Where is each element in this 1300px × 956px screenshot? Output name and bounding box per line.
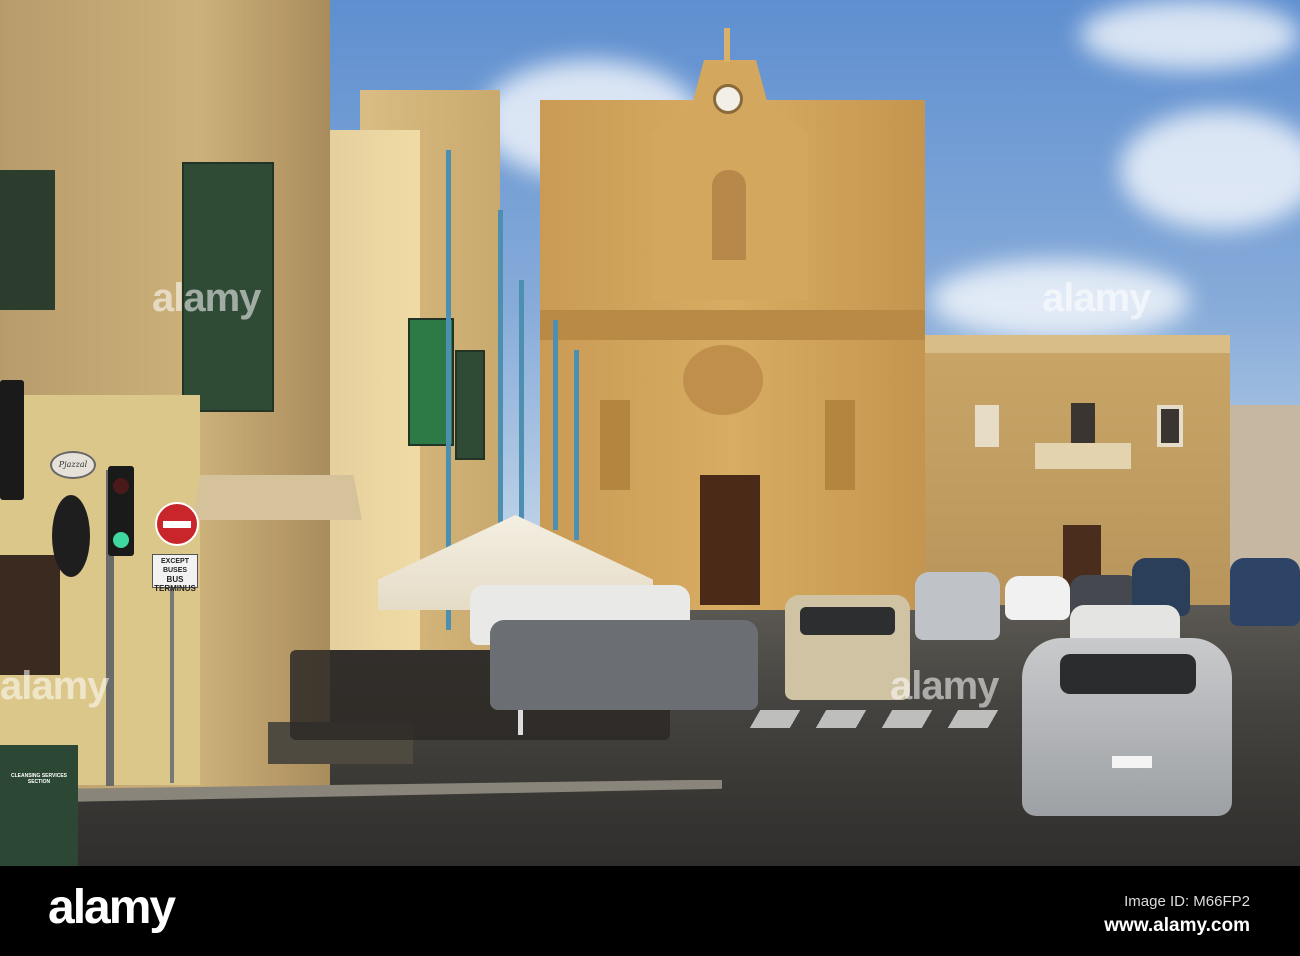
sign-except-text: EXCEPT BUSES [160,558,189,574]
parked-car [1005,576,1070,620]
street-photo: EXCEPT BUSES BUS TERMINUS Pjazzal CLEANS… [0,0,1300,866]
statue-niche [712,170,746,260]
site-url: www.alamy.com [1104,915,1250,936]
sign-main-text: BUS TERMINUS [154,575,196,593]
watermark: alamy [1042,276,1151,320]
bus-terminus-sign: EXCEPT BUSES BUS TERMINUS [152,554,198,593]
alamy-logo: alamy [48,881,176,934]
shop-sign: Pjazzal [50,451,96,479]
cross [724,28,730,62]
awning [192,475,362,520]
parked-car [915,572,1000,640]
watermark: alamy [890,664,999,708]
lamp-pole [553,320,558,530]
traffic-light [108,466,134,556]
watermark: alamy [152,276,261,320]
image-id: Image ID: M66FP2 [1124,893,1250,910]
church-clock [713,84,743,114]
cloud [1080,0,1300,70]
zebra-crossing [749,710,1021,728]
traffic-light [0,380,24,500]
sign-pole [170,588,174,783]
green-balcony [455,350,485,460]
silver-car [1022,638,1232,816]
watermark: alamy [0,664,109,708]
cleansing-bin: CLEANSING SERVICES SECTION [0,745,78,866]
lamp-pole [574,350,579,540]
no-entry-sign [155,502,199,546]
sign-back [52,495,90,577]
parked-car [490,620,758,710]
parked-car [1230,558,1300,626]
cloud [1120,110,1300,230]
church-door [700,475,760,605]
footer-bar [0,866,1300,956]
